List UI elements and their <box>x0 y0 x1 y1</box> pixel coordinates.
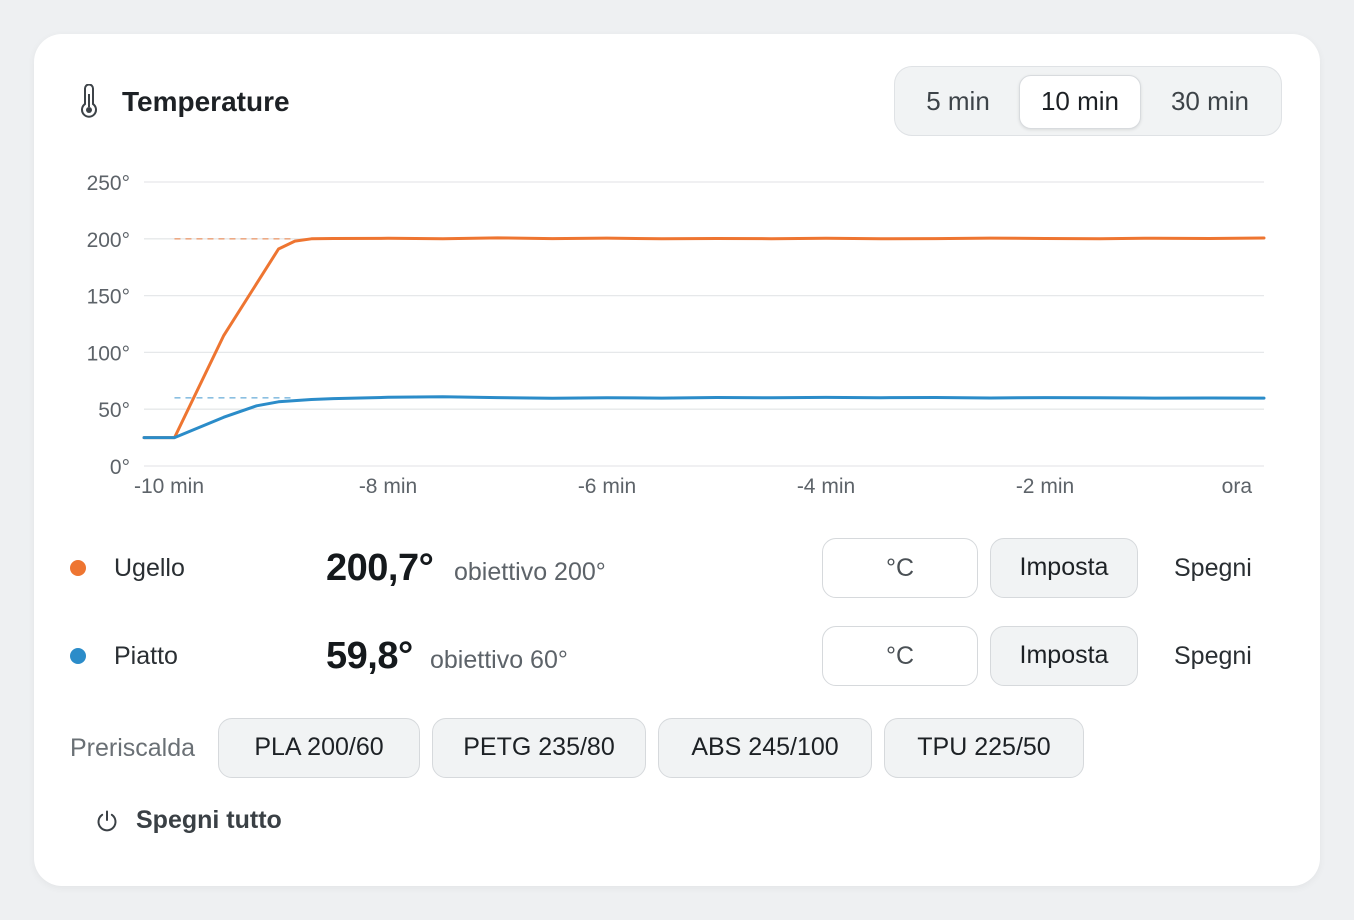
preset-petg-button[interactable]: PETG 235/80 <box>432 718 646 778</box>
x-tick-label: -6 min <box>578 475 636 498</box>
temperature-chart: 250° 200° 150° 100° 50° 0°-10 min -8 min -6 min… <box>87 172 1266 498</box>
preset-pla-button[interactable]: PLA 200/60 <box>218 718 420 778</box>
bed-off-button[interactable]: Spegni <box>1174 640 1252 672</box>
y-tick-label: 250° <box>87 172 130 195</box>
nozzle-temp-line <box>142 236 1266 440</box>
bed-current-temp: 59,8° <box>326 635 413 677</box>
preset-tpu-button[interactable]: TPU 225/50 <box>884 718 1084 778</box>
temperature-card: Temperature 5 min 10 min 30 min 250° 200°… <box>34 34 1320 886</box>
bed-label: Piatto <box>114 642 178 670</box>
x-tick-label: -2 min <box>1016 475 1074 498</box>
nozzle-set-button[interactable]: Imposta <box>990 538 1138 598</box>
nozzle-label: Ugello <box>114 554 185 582</box>
bed-color-dot <box>70 648 86 664</box>
y-tick-label: 50° <box>98 399 130 422</box>
bed-temp-line <box>142 395 1266 440</box>
bed-temp-input[interactable] <box>822 626 978 686</box>
x-tick-label: -10 min <box>134 475 204 498</box>
x-tick-label: -8 min <box>359 475 417 498</box>
y-tick-label: 150° <box>87 286 130 309</box>
all-off-label: Spegni tutto <box>136 806 282 834</box>
y-tick-label: 0° <box>110 456 130 479</box>
y-tick-label: 100° <box>87 342 130 365</box>
nozzle-current-temp: 200,7° <box>326 547 434 589</box>
power-icon <box>97 810 117 832</box>
bed-target-temp: obiettivo 60° <box>430 646 568 674</box>
bed-set-button[interactable]: Imposta <box>990 626 1138 686</box>
x-tick-label: ora <box>1222 475 1253 498</box>
nozzle-off-button[interactable]: Spegni <box>1174 552 1252 584</box>
nozzle-target-temp: obiettivo 200° <box>454 558 606 586</box>
preset-abs-button[interactable]: ABS 245/100 <box>658 718 872 778</box>
preheat-label: Preriscalda <box>70 734 196 762</box>
nozzle-temp-input[interactable] <box>822 538 978 598</box>
x-tick-label: -4 min <box>797 475 855 498</box>
y-tick-label: 200° <box>87 229 130 252</box>
nozzle-color-dot <box>70 560 86 576</box>
